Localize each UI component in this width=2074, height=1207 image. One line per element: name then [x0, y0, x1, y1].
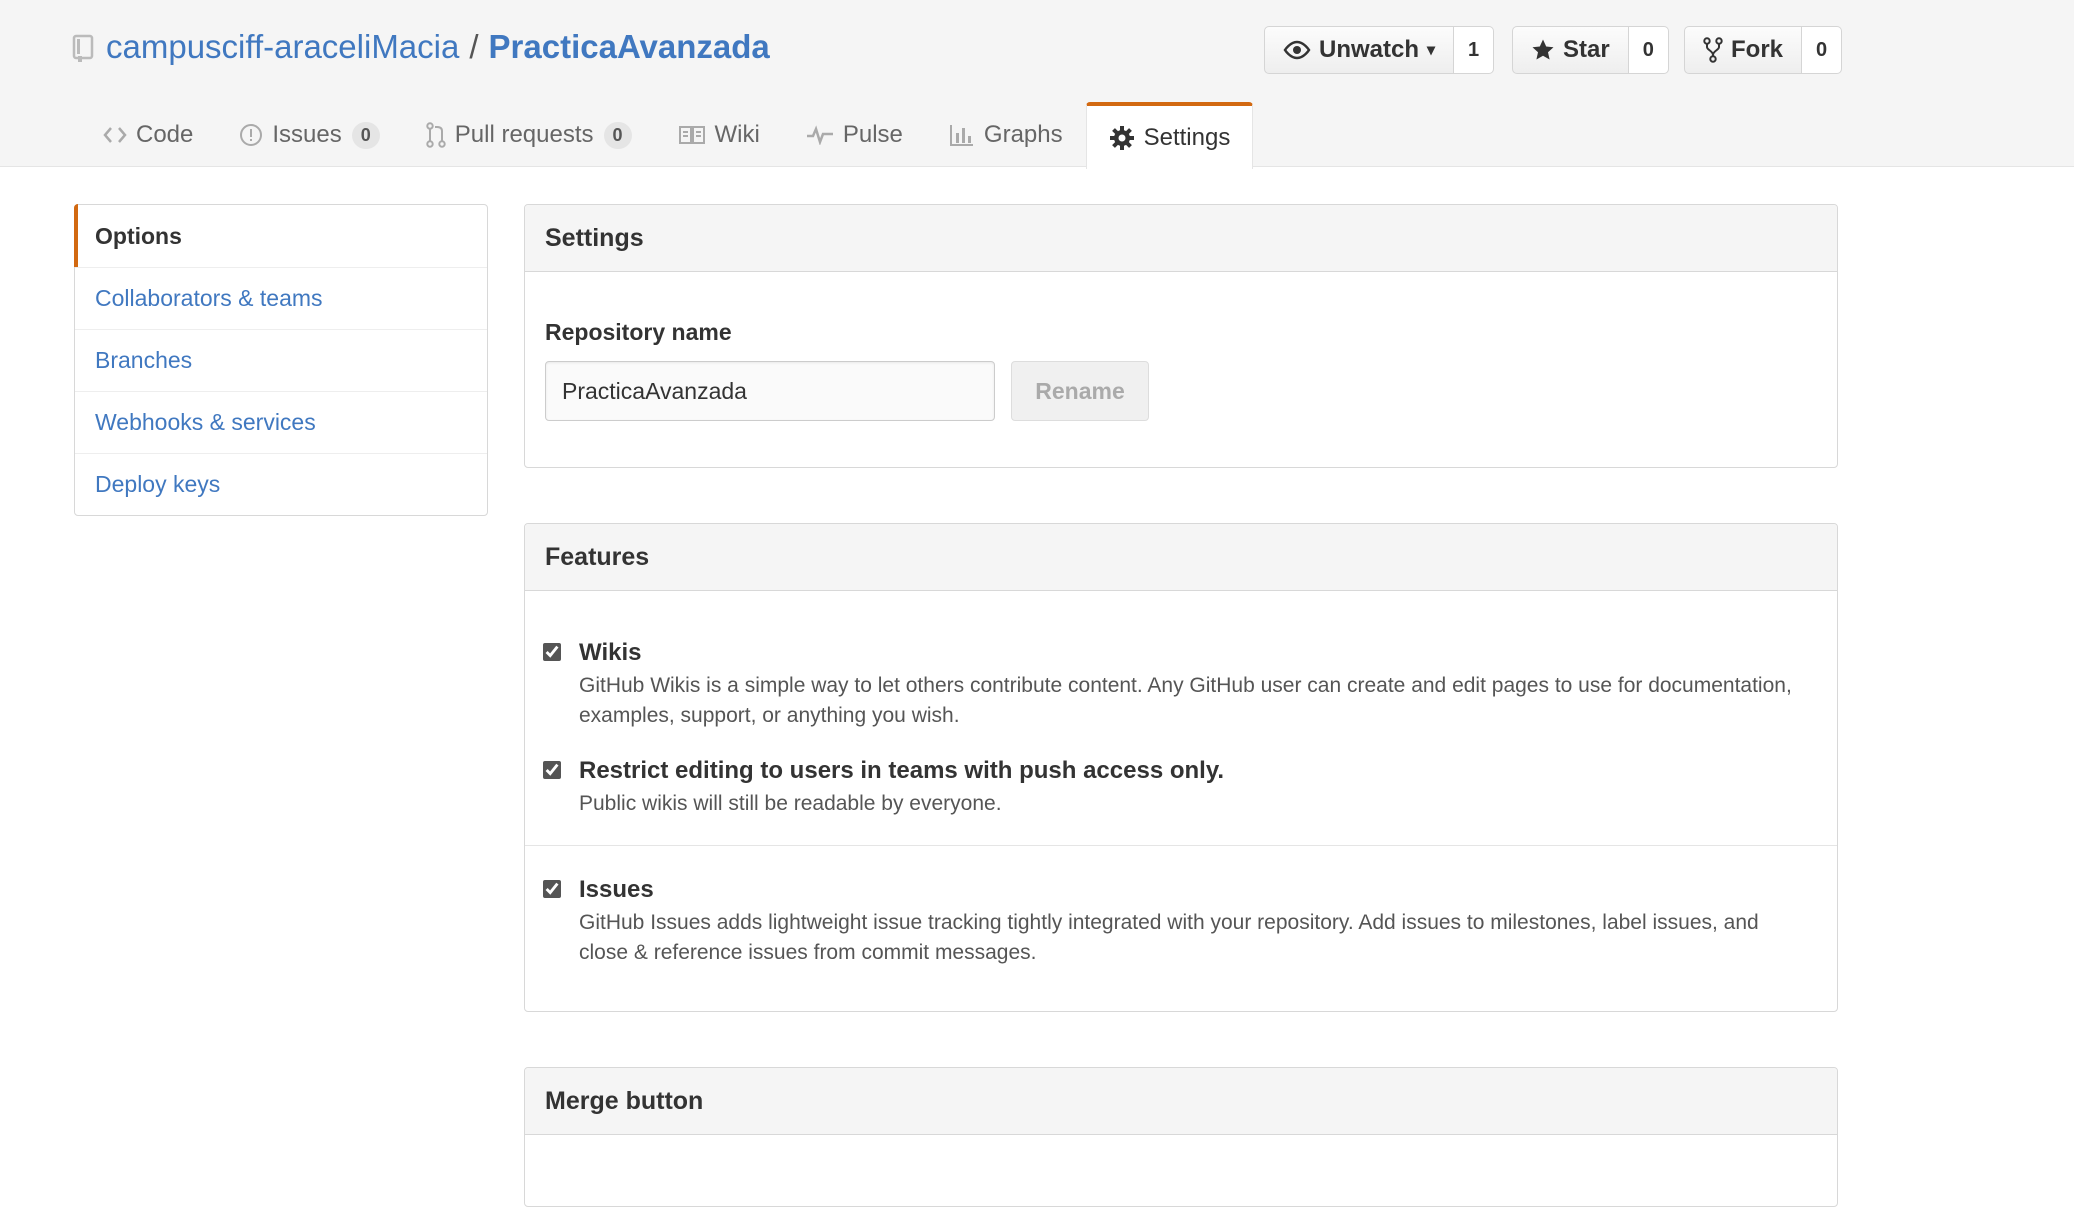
settings-box-title: Settings	[525, 205, 1837, 272]
stargazers-count[interactable]: 0	[1628, 26, 1669, 74]
tab-issues[interactable]: Issues 0	[216, 102, 402, 167]
repository-name-input[interactable]	[545, 361, 995, 421]
features-box-title: Features	[525, 524, 1837, 591]
gear-icon	[1109, 125, 1134, 150]
fork-group: Fork 0	[1684, 26, 1843, 74]
sidebar-item-webhooks[interactable]: Webhooks & services	[75, 391, 487, 453]
restrict-editing-feature: Restrict editing to users in teams with …	[543, 757, 1817, 827]
tab-code-label: Code	[136, 121, 194, 148]
merge-button-box-title: Merge button	[525, 1068, 1837, 1135]
restrict-editing-description: Public wikis will still be readable by e…	[579, 792, 1002, 815]
restrict-editing-title: Restrict editing to users in teams with …	[579, 757, 1225, 784]
eye-icon	[1283, 40, 1311, 60]
pulse-icon	[806, 125, 833, 145]
tab-graphs[interactable]: Graphs	[926, 102, 1086, 167]
unwatch-label: Unwatch	[1319, 36, 1420, 63]
settings-box: Settings Repository name Rename	[524, 204, 1838, 468]
graph-icon	[949, 125, 973, 146]
tab-pulse-label: Pulse	[842, 121, 903, 148]
issues-checkbox[interactable]	[543, 880, 561, 898]
watchers-count[interactable]: 1	[1454, 26, 1495, 74]
issues-description: GitHub Issues adds lightweight issue tra…	[579, 911, 1759, 964]
sidebar-item-collaborators[interactable]: Collaborators & teams	[75, 267, 487, 329]
fork-label: Fork	[1731, 36, 1784, 63]
rename-button[interactable]: Rename	[1011, 361, 1149, 421]
owner-link[interactable]: campusciff-araceliMacia	[106, 28, 459, 66]
merge-button-box: Merge button	[524, 1067, 1838, 1207]
tab-issues-label: Issues	[272, 121, 342, 148]
tab-wiki[interactable]: Wiki	[655, 102, 783, 167]
watch-group: Unwatch ▾ 1	[1264, 26, 1495, 74]
tab-pull-requests-label: Pull requests	[454, 121, 594, 148]
star-button[interactable]: Star	[1512, 26, 1629, 74]
star-label: Star	[1563, 36, 1610, 63]
wikis-checkbox[interactable]	[543, 643, 561, 661]
wikis-description: GitHub Wikis is a simple way to let othe…	[579, 674, 1792, 727]
settings-sidebar: Options Collaborators & teams Branches W…	[74, 204, 488, 516]
issues-counter: 0	[351, 121, 380, 149]
sidebar-item-deploy-keys[interactable]: Deploy keys	[75, 453, 487, 515]
tab-settings[interactable]: Settings	[1085, 102, 1254, 169]
tab-graphs-label: Graphs	[983, 121, 1063, 148]
repo-title: campusciff-araceliMacia / PracticaAvanza…	[72, 24, 770, 70]
path-separator: /	[469, 28, 479, 65]
book-icon	[678, 126, 705, 144]
tab-wiki-label: Wiki	[714, 121, 760, 148]
repo-header: campusciff-araceliMacia / PracticaAvanza…	[0, 0, 2074, 169]
repo-icon	[72, 32, 96, 62]
tab-code[interactable]: Code	[80, 102, 216, 167]
repository-name-label: Repository name	[545, 319, 732, 345]
features-divider	[525, 845, 1837, 846]
repo-link[interactable]: PracticaAvanzada	[489, 28, 770, 66]
tab-pull-requests[interactable]: Pull requests 0	[403, 102, 655, 167]
wikis-feature: Wikis GitHub Wikis is a simple way to le…	[543, 639, 1817, 739]
issues-feature: Issues GitHub Issues adds lightweight is…	[543, 876, 1817, 976]
tab-pulse[interactable]: Pulse	[783, 102, 926, 167]
restrict-editing-checkbox[interactable]	[543, 761, 561, 779]
fork-icon	[1703, 37, 1723, 63]
pull-request-icon	[426, 122, 446, 148]
unwatch-button[interactable]: Unwatch ▾	[1264, 26, 1455, 74]
sidebar-item-branches[interactable]: Branches	[75, 329, 487, 391]
fork-button[interactable]: Fork	[1684, 26, 1803, 74]
tab-settings-label: Settings	[1143, 123, 1231, 151]
wikis-title: Wikis	[579, 639, 642, 666]
issues-title: Issues	[579, 876, 654, 903]
star-group: Star 0	[1512, 26, 1669, 74]
code-icon	[103, 127, 127, 143]
repo-nav: Code Issues 0 Pull requests 0 Wiki Pulse…	[80, 102, 1254, 169]
sidebar-item-options[interactable]: Options	[74, 204, 487, 267]
forks-count[interactable]: 0	[1802, 26, 1843, 74]
features-box: Features Wikis GitHub Wikis is a simple …	[524, 523, 1838, 1012]
star-icon	[1532, 39, 1554, 60]
chevron-down-icon: ▾	[1427, 42, 1436, 59]
pull-requests-counter: 0	[603, 121, 632, 149]
issue-icon	[240, 124, 263, 146]
